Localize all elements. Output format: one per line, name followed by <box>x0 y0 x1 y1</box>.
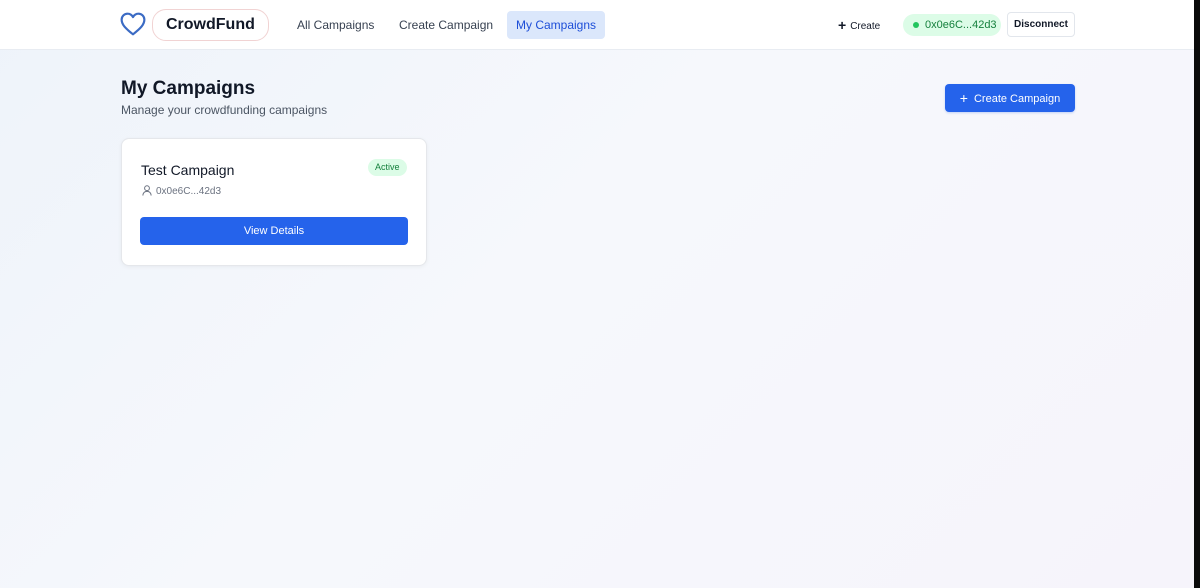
nav-my-campaigns[interactable]: My Campaigns <box>507 11 606 39</box>
campaign-title: Test Campaign <box>141 162 235 178</box>
nav-all-campaigns[interactable]: All Campaigns <box>288 11 383 39</box>
brand-name[interactable]: CrowdFund <box>152 9 269 41</box>
top-navbar: CrowdFund All Campaigns Create Campaign … <box>0 0 1200 50</box>
plus-icon: + <box>959 90 968 106</box>
connected-status-dot <box>913 22 919 28</box>
campaign-owner-address: 0x0e6C...42d3 <box>156 186 222 197</box>
wallet-address: 0x0e6C...42d3 <box>925 19 997 31</box>
wallet-address-badge: 0x0e6C...42d3 <box>903 14 1001 36</box>
status-badge: Active <box>368 159 407 176</box>
page-title: My Campaigns <box>121 78 256 99</box>
view-details-button[interactable]: View Details <box>140 217 408 245</box>
create-campaign-button[interactable]: + Create Campaign <box>945 84 1075 112</box>
header-create-label: Create <box>850 21 881 32</box>
create-campaign-label: Create Campaign <box>973 93 1061 105</box>
header-create-button[interactable]: + Create <box>838 13 880 37</box>
campaign-card: Test Campaign Active 0x0e6C...42d3 View … <box>121 138 427 266</box>
window-edge <box>1194 0 1200 588</box>
campaign-owner: 0x0e6C...42d3 <box>142 185 221 197</box>
user-icon <box>142 185 152 196</box>
nav-create-campaign[interactable]: Create Campaign <box>390 11 502 39</box>
plus-icon: + <box>838 17 847 33</box>
page-subtitle: Manage your crowdfunding campaigns <box>121 103 328 117</box>
disconnect-button[interactable]: Disconnect <box>1007 12 1075 37</box>
heart-icon[interactable] <box>120 12 146 36</box>
